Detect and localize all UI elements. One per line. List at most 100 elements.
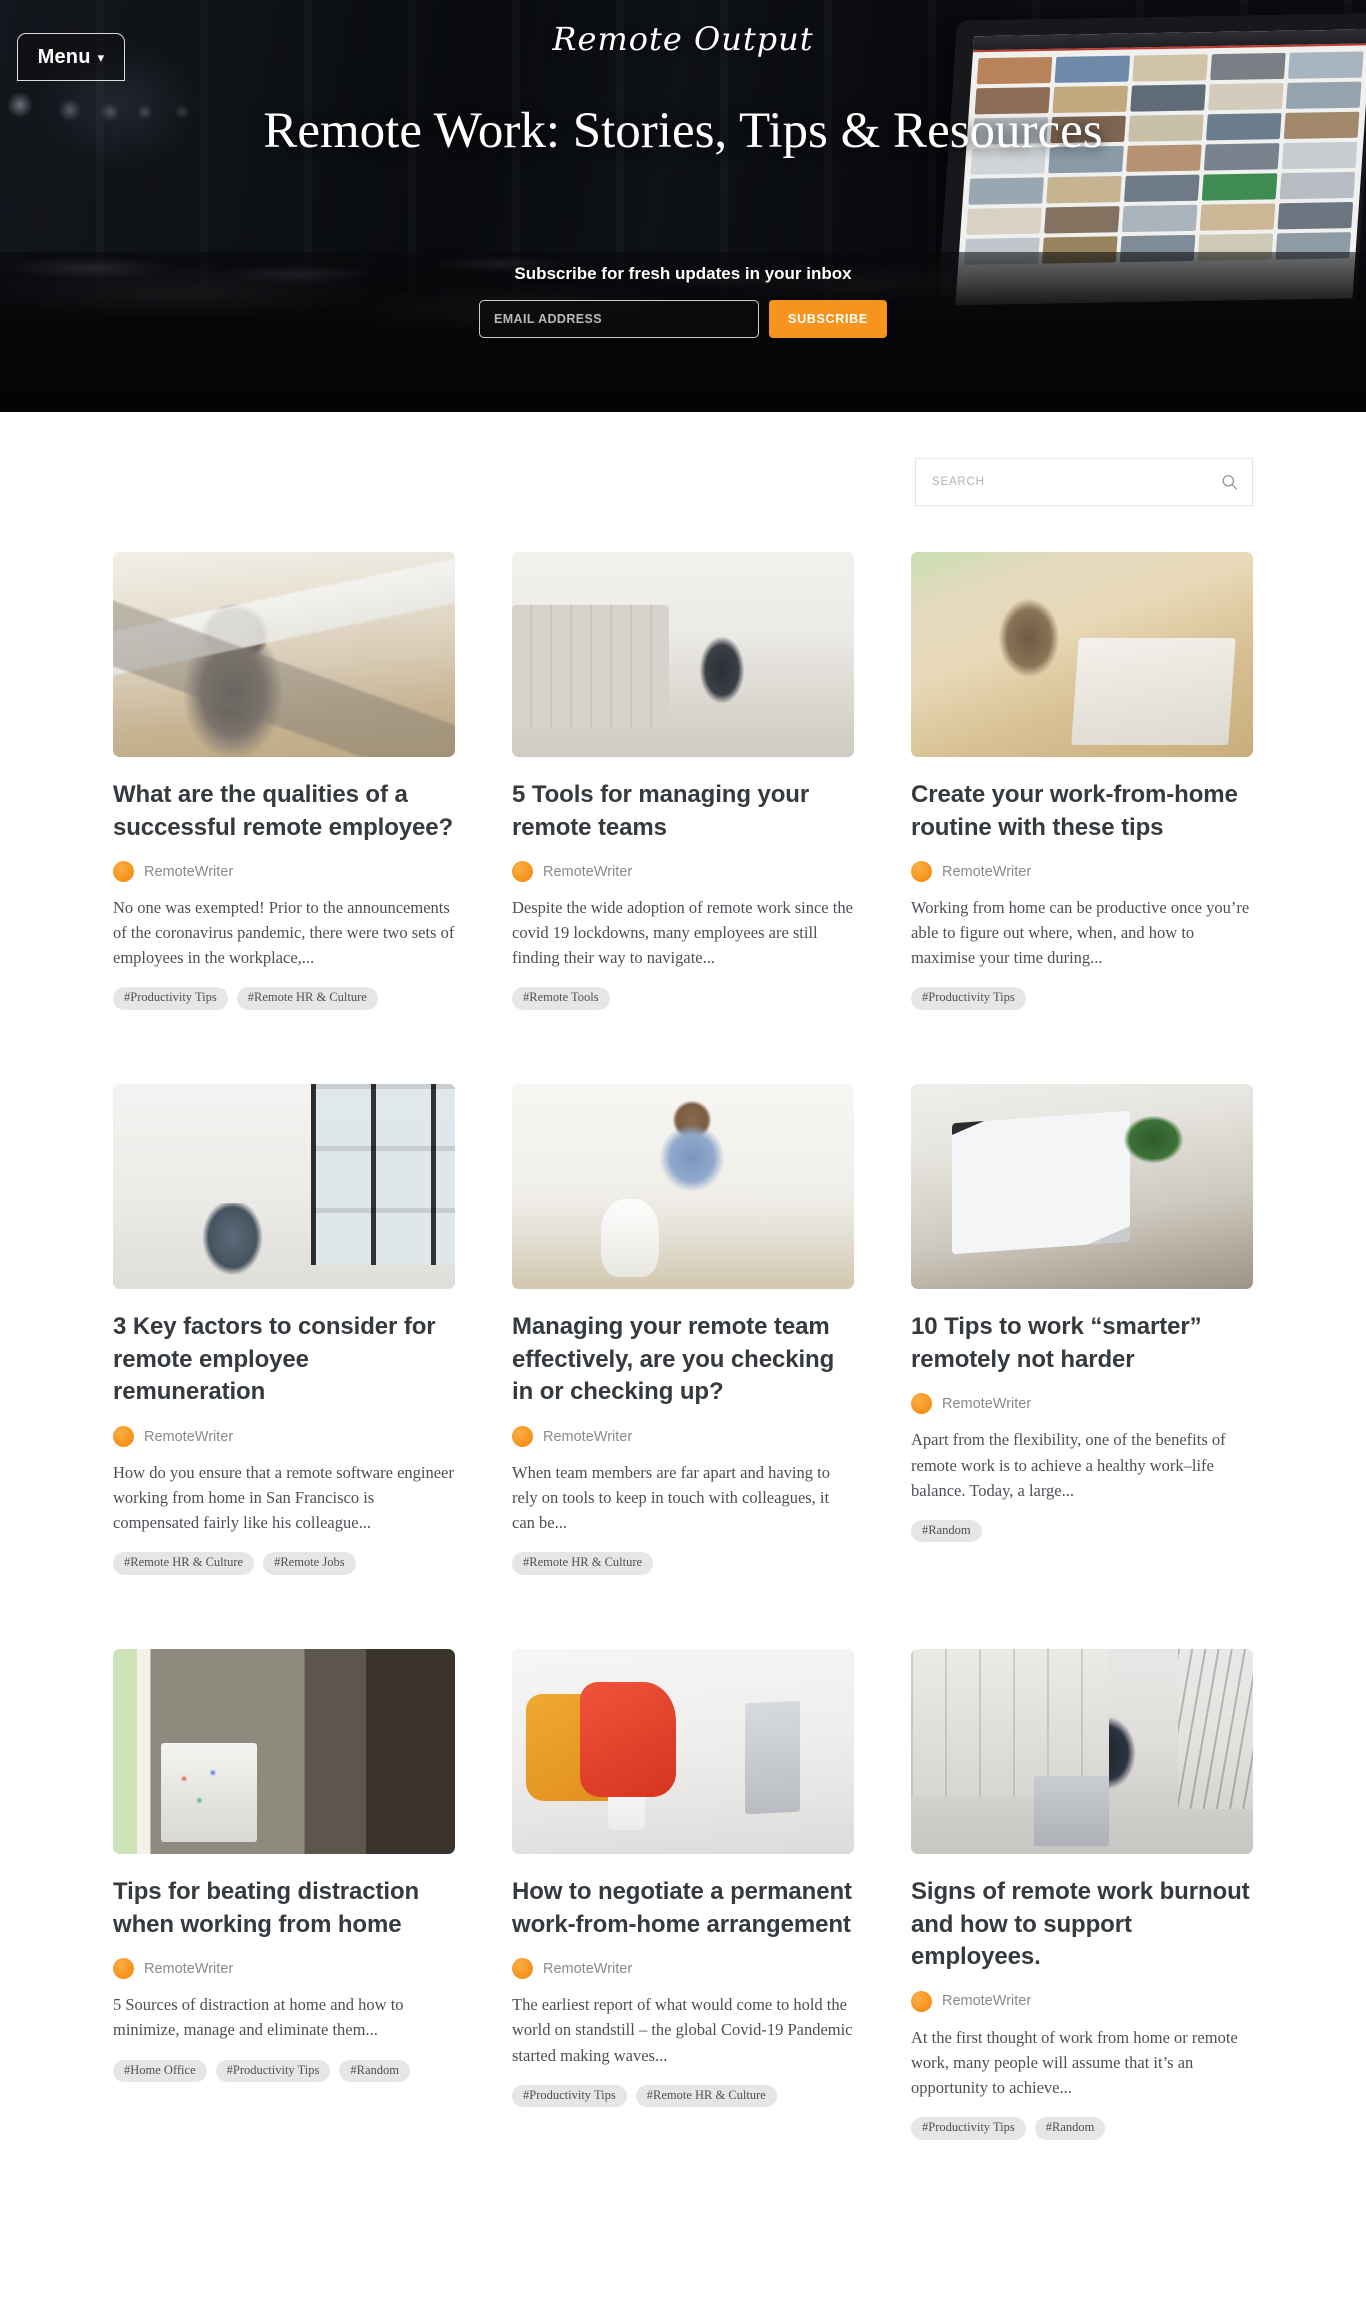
email-input[interactable] (479, 300, 759, 338)
post-title[interactable]: Create your work-from-home routine with … (911, 779, 1253, 844)
post-author[interactable]: RemoteWriter (113, 1426, 455, 1448)
post-tags: #Productivity Tips #Remote HR & Culture (512, 2084, 854, 2108)
post-tag[interactable]: #Remote Jobs (263, 1552, 356, 1576)
post-tag[interactable]: #Productivity Tips (911, 987, 1026, 1011)
post-author-name: RemoteWriter (144, 1428, 234, 1445)
post-tag[interactable]: #Remote HR & Culture (635, 2084, 777, 2108)
post-author[interactable]: RemoteWriter (911, 1990, 1253, 2012)
post-author[interactable]: RemoteWriter (911, 1393, 1253, 1415)
post-author-name: RemoteWriter (942, 1993, 1032, 2010)
post-tag[interactable]: #Productivity Tips (113, 987, 228, 1011)
site-brand-logo[interactable]: Remote Output (0, 20, 1366, 58)
post-thumbnail[interactable] (512, 552, 854, 757)
post-tag[interactable]: #Productivity Tips (215, 2059, 331, 2083)
post-card[interactable]: Create your work-from-home routine with … (911, 552, 1253, 1011)
post-author-name: RemoteWriter (543, 1960, 633, 1977)
post-card[interactable]: Signs of remote work burnout and how to … (911, 1649, 1253, 2140)
post-thumbnail[interactable] (512, 1649, 854, 1855)
avatar (911, 861, 932, 883)
post-tag[interactable]: #Home Office (113, 2059, 207, 2083)
page-title: Remote Work: Stories, Tips & Resources (263, 103, 1103, 159)
post-excerpt: When team members are far apart and havi… (512, 1463, 830, 1533)
hero-banner: Menu ▾ Remote Output Remote Work: Storie… (0, 0, 1366, 412)
avatar (113, 1958, 134, 1980)
post-thumbnail[interactable] (113, 552, 455, 757)
post-thumbnail-image (113, 552, 455, 757)
post-tags: #Random (911, 1519, 1253, 1543)
post-tags: #Productivity Tips #Remote HR & Culture (113, 987, 455, 1011)
avatar (911, 1990, 932, 2012)
post-card[interactable]: Managing your remote team effectively, a… (512, 1084, 854, 1576)
post-card[interactable]: What are the qualities of a successful r… (113, 552, 455, 1011)
post-tag[interactable]: #Remote HR & Culture (512, 1552, 654, 1576)
post-thumbnail-image (911, 1084, 1253, 1290)
search-box[interactable] (915, 458, 1253, 506)
post-thumbnail-image (512, 1084, 854, 1290)
subscribe-label: Subscribe for fresh updates in your inbo… (514, 264, 852, 283)
post-excerpt: Apart from the flexibility, one of the b… (911, 1430, 1226, 1500)
avatar (113, 861, 134, 883)
post-tag[interactable]: #Productivity Tips (512, 2084, 627, 2108)
post-card[interactable]: 3 Key factors to consider for remote emp… (113, 1084, 455, 1576)
post-title[interactable]: Signs of remote work burnout and how to … (911, 1876, 1253, 1974)
post-author-name: RemoteWriter (543, 1428, 633, 1445)
post-tag[interactable]: #Random (911, 1519, 982, 1543)
post-author-name: RemoteWriter (942, 1395, 1032, 1412)
post-author-name: RemoteWriter (942, 863, 1032, 880)
post-tag[interactable]: #Remote HR & Culture (113, 1552, 255, 1576)
post-author-name: RemoteWriter (144, 1960, 234, 1977)
post-thumbnail[interactable] (512, 1084, 854, 1290)
post-author[interactable]: RemoteWriter (512, 1958, 854, 1980)
post-title[interactable]: Tips for beating distraction when workin… (113, 1876, 455, 1941)
avatar (512, 861, 533, 883)
post-excerpt: Working from home can be productive once… (911, 898, 1250, 968)
post-author[interactable]: RemoteWriter (911, 861, 1253, 883)
post-author[interactable]: RemoteWriter (512, 861, 854, 883)
post-thumbnail-image (113, 1649, 455, 1855)
avatar (512, 1958, 533, 1980)
avatar (113, 1426, 134, 1448)
post-tags: #Remote HR & Culture #Remote Jobs (113, 1552, 455, 1576)
post-tags: #Remote Tools (512, 987, 854, 1011)
post-grid: What are the qualities of a successful r… (113, 506, 1253, 2140)
post-card[interactable]: How to negotiate a permanent work-from-h… (512, 1649, 854, 2108)
post-excerpt: Despite the wide adoption of remote work… (512, 898, 853, 968)
subscribe-button[interactable]: SUBSCRIBE (769, 300, 887, 338)
post-thumbnail[interactable] (113, 1084, 455, 1290)
post-card[interactable]: 5 Tools for managing your remote teams Re… (512, 552, 854, 1011)
post-title[interactable]: 3 Key factors to consider for remote emp… (113, 1311, 455, 1409)
post-excerpt: How do you ensure that a remote software… (113, 1463, 454, 1533)
post-tags: #Remote HR & Culture (512, 1552, 854, 1576)
post-author[interactable]: RemoteWriter (512, 1426, 854, 1448)
post-excerpt: 5 Sources of distraction at home and how… (113, 1995, 404, 2040)
post-author[interactable]: RemoteWriter (113, 1958, 455, 1980)
post-tag[interactable]: #Random (339, 2059, 410, 2083)
post-thumbnail[interactable] (113, 1649, 455, 1855)
post-title[interactable]: How to negotiate a permanent work-from-h… (512, 1876, 854, 1941)
search-input[interactable] (916, 459, 1252, 505)
post-card[interactable]: 10 Tips to work “smarter” remotely not h… (911, 1084, 1253, 1543)
post-title[interactable]: 10 Tips to work “smarter” remotely not h… (911, 1311, 1253, 1376)
post-thumbnail[interactable] (911, 552, 1253, 757)
post-thumbnail-image (911, 1649, 1253, 1855)
post-card[interactable]: Tips for beating distraction when workin… (113, 1649, 455, 2083)
post-tag[interactable]: #Random (1034, 2117, 1106, 2140)
post-tags: #Home Office #Productivity Tips #Random (113, 2059, 455, 2083)
post-excerpt: No one was exempted! Prior to the announ… (113, 898, 455, 968)
post-tags: #Productivity Tips #Random (911, 2117, 1253, 2140)
post-tag[interactable]: #Remote HR & Culture (236, 987, 378, 1011)
post-author[interactable]: RemoteWriter (113, 861, 455, 883)
post-thumbnail-image (512, 552, 854, 757)
post-title[interactable]: What are the qualities of a successful r… (113, 779, 455, 844)
post-author-name: RemoteWriter (144, 863, 234, 880)
post-thumbnail[interactable] (911, 1649, 1253, 1855)
post-thumbnail-image (512, 1649, 854, 1855)
post-title[interactable]: Managing your remote team effectively, a… (512, 1311, 854, 1409)
post-tag[interactable]: #Productivity Tips (911, 2117, 1026, 2140)
post-thumbnail[interactable] (911, 1084, 1253, 1290)
post-tags: #Productivity Tips (911, 987, 1253, 1011)
main-content: What are the qualities of a successful r… (0, 412, 1366, 2180)
post-excerpt: The earliest report of what would come t… (512, 1995, 853, 2065)
post-title[interactable]: 5 Tools for managing your remote teams (512, 779, 854, 844)
post-tag[interactable]: #Remote Tools (512, 987, 610, 1011)
